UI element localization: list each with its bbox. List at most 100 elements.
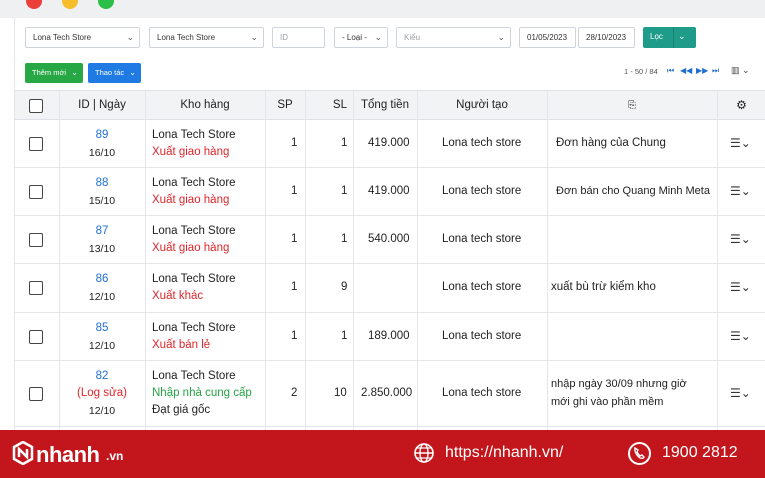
- row-products: 1: [291, 233, 298, 245]
- chevron-down-icon: ⌄: [374, 32, 382, 42]
- select-all-checkbox[interactable]: [29, 99, 43, 113]
- row-total: 540.000: [368, 233, 410, 245]
- promo-footer-banner: nhanh .vn https://nhanh.vn/ 1900 2812: [0, 430, 765, 478]
- row-id-link[interactable]: 82: [59, 370, 145, 382]
- table-row[interactable]: 86 12/10 Lona Tech Store Xuất khác 1 9 L…: [15, 264, 765, 313]
- table-row[interactable]: 88 15/10 Lona Tech Store Xuất giao hàng …: [15, 168, 765, 216]
- row-quantity: 10: [334, 387, 347, 399]
- chevron-down-icon: ⌄: [126, 32, 134, 42]
- row-checkbox[interactable]: [29, 233, 43, 247]
- row-checkbox[interactable]: [29, 281, 43, 295]
- first-page-icon[interactable]: ⏮: [667, 66, 674, 76]
- kind-select-placeholder: Kiểu: [404, 33, 421, 42]
- row-menu-icon[interactable]: ☰⌄: [730, 232, 751, 246]
- row-store: Lona Tech Store: [152, 129, 236, 141]
- table-row[interactable]: 87 13/10 Lona Tech Store Xuất giao hàng …: [15, 216, 765, 264]
- chevron-down-icon: ⌄: [250, 32, 258, 42]
- row-type: Xuất giao hàng: [152, 242, 230, 254]
- row-checkbox[interactable]: [29, 137, 43, 151]
- prev-page-icon[interactable]: ◀◀: [680, 66, 692, 75]
- actions-button[interactable]: Thao tác ⌄: [88, 63, 141, 83]
- header-creator[interactable]: Người tạo: [417, 91, 547, 121]
- row-id-link[interactable]: 85: [59, 322, 145, 334]
- chevron-down-icon: ⌄: [497, 32, 505, 42]
- row-checkbox[interactable]: [29, 330, 43, 344]
- window-titlebar: [0, 0, 765, 18]
- row-store: Lona Tech Store: [152, 322, 236, 334]
- last-page-icon[interactable]: ⏭: [712, 66, 719, 76]
- row-type: Xuất bán lẻ: [152, 339, 211, 351]
- actions-label: Thao tác: [95, 68, 125, 77]
- next-page-icon[interactable]: ▶▶: [696, 66, 708, 75]
- row-menu-icon[interactable]: ☰⌄: [730, 184, 751, 198]
- row-checkbox[interactable]: [29, 387, 43, 401]
- row-creator: Lona tech store: [442, 137, 522, 149]
- brand-suffix: .vn: [106, 449, 124, 463]
- filter-button[interactable]: Lọc ⌄: [643, 27, 696, 48]
- header-products[interactable]: SP: [265, 91, 305, 121]
- maximize-window-dot[interactable]: [98, 0, 114, 9]
- note-icon: ⎘: [628, 100, 636, 111]
- pagination-info: 1 - 50 / 84: [624, 67, 658, 76]
- row-store: Lona Tech Store: [152, 225, 236, 237]
- header-warehouse[interactable]: Kho hàng: [145, 91, 265, 121]
- chevron-down-icon: ⌄: [71, 68, 78, 77]
- filter-button-divider: [673, 27, 674, 48]
- store-select-1[interactable]: Lona Tech Store ⌄: [25, 27, 140, 48]
- id-input-placeholder: ID: [280, 33, 288, 42]
- row-store: Lona Tech Store: [152, 273, 236, 285]
- row-products: 1: [291, 281, 298, 293]
- row-date: 16/10: [88, 147, 116, 159]
- row-type: Xuất giao hàng: [152, 194, 230, 206]
- row-date: 13/10: [88, 243, 116, 255]
- id-input[interactable]: ID: [272, 27, 325, 48]
- header-settings[interactable]: ⚙: [717, 91, 765, 121]
- date-from-input[interactable]: 01/05/2023: [519, 27, 576, 48]
- row-price-note: Đạt giá gốc: [152, 404, 211, 416]
- hotline-number[interactable]: 1900 2812: [662, 444, 738, 462]
- header-total[interactable]: Tổng tiền: [353, 91, 417, 121]
- type-select[interactable]: - Loại - ⌄: [334, 27, 388, 48]
- row-quantity: 1: [341, 233, 348, 245]
- row-total: 419.000: [368, 185, 410, 197]
- add-new-button[interactable]: Thêm mới ⌄: [25, 63, 83, 83]
- row-menu-icon[interactable]: ☰⌄: [730, 329, 751, 343]
- date-to-input[interactable]: 28/10/2023: [578, 27, 635, 48]
- header-quantity[interactable]: SL: [305, 91, 353, 121]
- row-note: xuất bù trừ kiểm kho: [551, 281, 656, 293]
- row-id-link[interactable]: 89: [59, 129, 145, 141]
- row-creator: Lona tech store: [442, 330, 522, 342]
- table-row[interactable]: 85 12/10 Lona Tech Store Xuất bán lẻ 1 1…: [15, 313, 765, 361]
- row-quantity: 9: [341, 281, 348, 293]
- gear-icon[interactable]: ⚙: [736, 98, 747, 112]
- row-type: Xuất khác: [152, 290, 204, 302]
- row-creator: Lona tech store: [442, 233, 522, 245]
- row-menu-icon[interactable]: ☰⌄: [730, 280, 751, 294]
- row-products: 1: [291, 137, 298, 149]
- chevron-down-icon[interactable]: ⌄: [678, 31, 686, 42]
- row-creator: Lona tech store: [442, 387, 522, 399]
- website-link[interactable]: https://nhanh.vn/: [445, 444, 563, 462]
- table-row[interactable]: 82 (Log sửa) 12/10 Lona Tech Store Nhập …: [15, 361, 765, 427]
- columns-toggle-icon[interactable]: ▥ ⌄: [731, 65, 750, 76]
- table-row[interactable]: 89 16/10 Lona Tech Store Xuất giao hàng …: [15, 120, 765, 168]
- chevron-down-icon: ⌄: [129, 68, 136, 77]
- kind-select[interactable]: Kiểu ⌄: [396, 27, 511, 48]
- row-products: 2: [291, 387, 298, 399]
- row-quantity: 1: [341, 185, 348, 197]
- row-edit-log-link[interactable]: (Log sửa): [59, 387, 145, 399]
- row-products: 1: [291, 185, 298, 197]
- row-id-link[interactable]: 87: [59, 225, 145, 237]
- close-window-dot[interactable]: [26, 0, 42, 9]
- row-checkbox[interactable]: [29, 185, 43, 199]
- row-menu-icon[interactable]: ☰⌄: [730, 136, 751, 150]
- filter-button-label: Lọc: [650, 32, 663, 41]
- header-id-date[interactable]: ID | Ngày: [59, 91, 145, 121]
- row-id-link[interactable]: 86: [59, 273, 145, 285]
- row-id-link[interactable]: 88: [59, 177, 145, 189]
- row-products: 1: [291, 330, 298, 342]
- row-menu-icon[interactable]: ☰⌄: [730, 386, 751, 400]
- store-select-2[interactable]: Lona Tech Store ⌄: [149, 27, 264, 48]
- table-header: ID | Ngày Kho hàng SP SL Tổng tiền Người…: [15, 90, 765, 120]
- minimize-window-dot[interactable]: [62, 0, 78, 9]
